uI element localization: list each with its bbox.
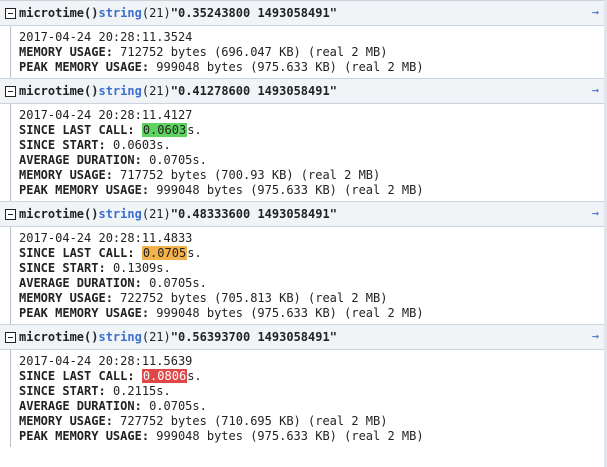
since-last-call-label: SINCE LAST CALL: bbox=[19, 246, 135, 260]
value-type: string bbox=[98, 84, 142, 98]
value-string: "0.48333600 1493058491" bbox=[170, 207, 337, 221]
dump-body: 2017-04-24 20:28:11.4127 SINCE LAST CALL… bbox=[0, 104, 607, 201]
peak-memory-value: 999048 bytes (975.633 KB) (real 2 MB) bbox=[156, 183, 424, 197]
collapse-toggle-icon[interactable] bbox=[5, 7, 16, 19]
since-start-line: SINCE START: 0.2115s. bbox=[19, 384, 607, 399]
function-name: microtime() bbox=[19, 207, 99, 221]
average-duration-line: AVERAGE DURATION: 0.0705s. bbox=[19, 276, 607, 291]
function-name: microtime() bbox=[19, 84, 99, 98]
dump-header[interactable]: microtime() string (21) "0.48333600 1493… bbox=[0, 201, 607, 227]
average-duration-value: 0.0705s. bbox=[149, 153, 207, 167]
since-last-call-label: SINCE LAST CALL: bbox=[19, 123, 135, 137]
peak-memory-label: PEAK MEMORY USAGE: bbox=[19, 306, 150, 320]
value-type: string bbox=[98, 207, 142, 221]
timestamp-line: 2017-04-24 20:28:11.4127 bbox=[19, 108, 607, 123]
average-duration-value: 0.0705s. bbox=[149, 399, 207, 413]
timestamp: 2017-04-24 20:28:11.3524 bbox=[19, 30, 193, 44]
since-last-call-suffix: s. bbox=[187, 369, 202, 383]
value-string: "0.56393700 1493058491" bbox=[170, 330, 337, 344]
since-last-call-value: 0.0603 bbox=[141, 123, 188, 137]
memory-value: 712752 bytes (696.047 KB) (real 2 MB) bbox=[120, 45, 388, 59]
value-type: string bbox=[98, 6, 142, 20]
since-last-call-suffix: s. bbox=[187, 123, 202, 137]
peak-memory-label: PEAK MEMORY USAGE: bbox=[19, 60, 150, 74]
memory-value: 717752 bytes (700.93 KB) (real 2 MB) bbox=[120, 168, 381, 182]
since-start-line: SINCE START: 0.1309s. bbox=[19, 261, 607, 276]
since-last-call-value: 0.0705 bbox=[141, 246, 188, 260]
memory-label: MEMORY USAGE: bbox=[19, 291, 113, 305]
dump-body: 2017-04-24 20:28:11.3524 MEMORY USAGE: 7… bbox=[0, 26, 607, 78]
dump-block-2: microtime() string (21) "0.41278600 1493… bbox=[0, 78, 607, 201]
jump-arrow-icon[interactable]: → bbox=[592, 5, 599, 19]
collapse-toggle-icon[interactable] bbox=[5, 331, 16, 343]
since-last-call-label: SINCE LAST CALL: bbox=[19, 369, 135, 383]
timestamp-line: 2017-04-24 20:28:11.5639 bbox=[19, 354, 607, 369]
average-duration-label: AVERAGE DURATION: bbox=[19, 276, 142, 290]
dump-block-4: microtime() string (21) "0.56393700 1493… bbox=[0, 324, 607, 447]
memory-label: MEMORY USAGE: bbox=[19, 168, 113, 182]
peak-memory-line: PEAK MEMORY USAGE: 999048 bytes (975.633… bbox=[19, 60, 607, 75]
value-type: string bbox=[98, 330, 142, 344]
collapse-toggle-icon[interactable] bbox=[5, 85, 16, 97]
memory-value: 727752 bytes (710.695 KB) (real 2 MB) bbox=[120, 414, 388, 428]
peak-memory-value: 999048 bytes (975.633 KB) (real 2 MB) bbox=[156, 429, 424, 443]
since-last-call-line: SINCE LAST CALL: 0.0705s. bbox=[19, 246, 607, 261]
function-name: microtime() bbox=[19, 6, 99, 20]
since-start-value: 0.2115s. bbox=[112, 384, 171, 398]
timestamp-line: 2017-04-24 20:28:11.3524 bbox=[19, 30, 607, 45]
average-duration-label: AVERAGE DURATION: bbox=[19, 153, 142, 167]
timestamp: 2017-04-24 20:28:11.4127 bbox=[19, 108, 193, 122]
average-duration-value: 0.0705s. bbox=[149, 276, 207, 290]
dump-block-3: microtime() string (21) "0.48333600 1493… bbox=[0, 201, 607, 324]
memory-line: MEMORY USAGE: 722752 bytes (705.813 KB) … bbox=[19, 291, 607, 306]
memory-line: MEMORY USAGE: 712752 bytes (696.047 KB) … bbox=[19, 45, 607, 60]
memory-line: MEMORY USAGE: 727752 bytes (710.695 KB) … bbox=[19, 414, 607, 429]
dump-block-1: microtime() string (21) "0.35243800 1493… bbox=[0, 0, 607, 78]
dump-body: 2017-04-24 20:28:11.4833 SINCE LAST CALL… bbox=[0, 227, 607, 324]
collapse-toggle-icon[interactable] bbox=[5, 208, 16, 220]
timestamp: 2017-04-24 20:28:11.4833 bbox=[19, 231, 193, 245]
since-last-call-line: SINCE LAST CALL: 0.0806s. bbox=[19, 369, 607, 384]
function-name: microtime() bbox=[19, 330, 99, 344]
since-start-label: SINCE START: bbox=[19, 384, 106, 398]
value-string: "0.35243800 1493058491" bbox=[170, 6, 337, 20]
peak-memory-label: PEAK MEMORY USAGE: bbox=[19, 429, 150, 443]
memory-value: 722752 bytes (705.813 KB) (real 2 MB) bbox=[120, 291, 388, 305]
memory-label: MEMORY USAGE: bbox=[19, 45, 113, 59]
value-length: (21) bbox=[141, 6, 171, 20]
jump-arrow-icon[interactable]: → bbox=[592, 329, 599, 343]
since-start-label: SINCE START: bbox=[19, 261, 106, 275]
peak-memory-value: 999048 bytes (975.633 KB) (real 2 MB) bbox=[156, 306, 424, 320]
memory-line: MEMORY USAGE: 717752 bytes (700.93 KB) (… bbox=[19, 168, 607, 183]
peak-memory-line: PEAK MEMORY USAGE: 999048 bytes (975.633… bbox=[19, 183, 607, 198]
peak-memory-value: 999048 bytes (975.633 KB) (real 2 MB) bbox=[156, 60, 424, 74]
jump-arrow-icon[interactable]: → bbox=[592, 206, 599, 220]
dump-header[interactable]: microtime() string (21) "0.41278600 1493… bbox=[0, 78, 607, 104]
dump-body: 2017-04-24 20:28:11.5639 SINCE LAST CALL… bbox=[0, 350, 607, 447]
since-start-label: SINCE START: bbox=[19, 138, 106, 152]
since-last-call-value: 0.0806 bbox=[141, 369, 188, 383]
since-last-call-suffix: s. bbox=[187, 246, 202, 260]
jump-arrow-icon[interactable]: → bbox=[592, 83, 599, 97]
timestamp-line: 2017-04-24 20:28:11.4833 bbox=[19, 231, 607, 246]
dump-header[interactable]: microtime() string (21) "0.35243800 1493… bbox=[0, 0, 607, 26]
timestamp: 2017-04-24 20:28:11.5639 bbox=[19, 354, 193, 368]
value-length: (21) bbox=[141, 84, 171, 98]
value-length: (21) bbox=[141, 207, 171, 221]
peak-memory-line: PEAK MEMORY USAGE: 999048 bytes (975.633… bbox=[19, 429, 607, 444]
since-last-call-line: SINCE LAST CALL: 0.0603s. bbox=[19, 123, 607, 138]
value-string: "0.41278600 1493058491" bbox=[170, 84, 337, 98]
value-length: (21) bbox=[141, 330, 171, 344]
memory-label: MEMORY USAGE: bbox=[19, 414, 113, 428]
peak-memory-line: PEAK MEMORY USAGE: 999048 bytes (975.633… bbox=[19, 306, 607, 321]
average-duration-line: AVERAGE DURATION: 0.0705s. bbox=[19, 153, 607, 168]
average-duration-line: AVERAGE DURATION: 0.0705s. bbox=[19, 399, 607, 414]
average-duration-label: AVERAGE DURATION: bbox=[19, 399, 142, 413]
dump-header[interactable]: microtime() string (21) "0.56393700 1493… bbox=[0, 324, 607, 350]
since-start-value: 0.0603s. bbox=[112, 138, 171, 152]
since-start-value: 0.1309s. bbox=[112, 261, 171, 275]
peak-memory-label: PEAK MEMORY USAGE: bbox=[19, 183, 150, 197]
since-start-line: SINCE START: 0.0603s. bbox=[19, 138, 607, 153]
